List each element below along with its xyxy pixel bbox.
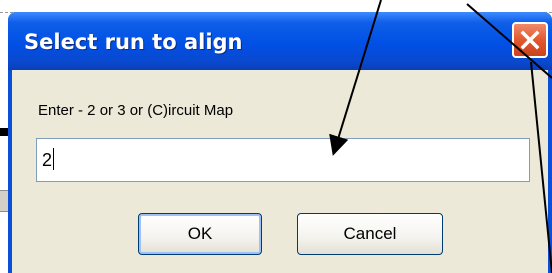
prompt-label: Enter - 2 or 3 or (C)ircuit Map	[38, 102, 234, 119]
dialog-body: Enter - 2 or 3 or (C)ircuit Map 2 OK Can…	[12, 70, 548, 273]
close-icon	[520, 30, 540, 50]
dialog-titlebar[interactable]: Select run to align	[8, 12, 552, 70]
cancel-button[interactable]: Cancel	[297, 213, 443, 255]
dialog-title: Select run to align	[24, 30, 243, 54]
ok-button[interactable]: OK	[138, 213, 262, 255]
dialog-window: Select run to align Enter - 2 or 3 or (C…	[8, 12, 552, 273]
run-input-value: 2	[42, 150, 53, 170]
run-input[interactable]: 2	[36, 138, 530, 182]
close-button[interactable]	[512, 22, 548, 58]
text-caret	[53, 148, 55, 170]
